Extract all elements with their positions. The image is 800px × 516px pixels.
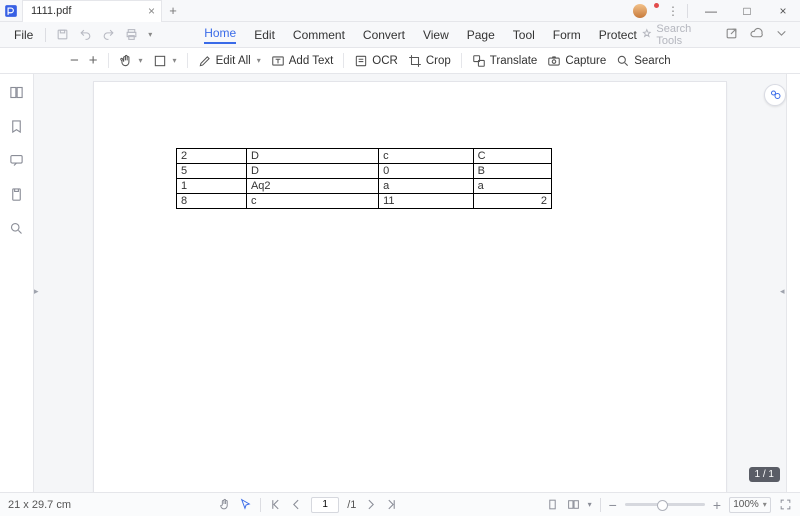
qat-chevron-down-icon[interactable]: ▾	[148, 30, 152, 39]
new-tab-button[interactable]: +	[162, 3, 184, 18]
edit-all-label: Edit All	[216, 55, 251, 67]
menu-home[interactable]: Home	[204, 26, 236, 44]
menu-page[interactable]: Page	[467, 28, 495, 42]
undo-icon[interactable]	[79, 28, 92, 41]
zoom-out-button[interactable]: −	[70, 52, 79, 69]
single-page-icon[interactable]	[546, 498, 559, 511]
thumbnails-icon[interactable]	[9, 84, 25, 100]
maximize-button[interactable]: □	[734, 2, 760, 20]
translate-label: Translate	[490, 55, 538, 67]
menu-protect[interactable]: Protect	[599, 28, 637, 42]
table-row: 8c112	[177, 194, 552, 209]
menu-chevron-icon[interactable]	[775, 27, 788, 43]
document-table: 2DcC 5D0B 1Aq2aa 8c112	[176, 148, 552, 209]
menu-convert[interactable]: Convert	[363, 28, 405, 42]
capture-label: Capture	[565, 55, 606, 67]
save-icon[interactable]	[56, 28, 69, 41]
page-indicator-badge: 1 / 1	[749, 467, 780, 482]
file-menu[interactable]: File	[6, 28, 41, 42]
select-tool[interactable]: ▾	[153, 54, 177, 68]
page-number-input[interactable]	[311, 497, 339, 513]
print-icon[interactable]	[125, 28, 138, 41]
left-sidebar	[0, 74, 34, 492]
translate-button[interactable]: Translate	[472, 54, 538, 68]
attachment-icon[interactable]	[9, 186, 25, 202]
menu-view[interactable]: View	[423, 28, 449, 42]
ribbon-toolbar: − + ▾ ▾ Edit All▾ Add Text OCR Crop Tran…	[0, 48, 800, 74]
zoom-out-status-button[interactable]: −	[609, 497, 617, 513]
capture-button[interactable]: Capture	[547, 54, 606, 68]
fullscreen-icon[interactable]	[779, 498, 792, 511]
page-view-chevron-icon[interactable]: ▾	[588, 500, 592, 509]
select-mode-icon[interactable]	[239, 498, 252, 511]
main-area: ▸ 2DcC 5D0B 1Aq2aa 8c112 ◂ 1 / 1	[0, 74, 800, 492]
zoom-slider[interactable]	[625, 503, 705, 506]
minimize-button[interactable]: —	[698, 2, 724, 20]
menu-edit[interactable]: Edit	[254, 28, 275, 42]
menu-comment[interactable]: Comment	[293, 28, 345, 42]
ai-assistant-button[interactable]	[764, 84, 786, 106]
expand-right-handle[interactable]: ◂	[780, 283, 786, 299]
redo-icon[interactable]	[102, 28, 115, 41]
status-bar: 21 x 29.7 cm /1 ▾ − + 100%▾	[0, 492, 800, 516]
page-size-label: 21 x 29.7 cm	[8, 499, 71, 511]
last-page-icon[interactable]	[385, 498, 398, 511]
crop-label: Crop	[426, 55, 451, 67]
first-page-icon[interactable]	[269, 498, 282, 511]
title-bar: 1111.pdf × + ⋮ — □ ×	[0, 0, 800, 22]
menu-tool[interactable]: Tool	[513, 28, 535, 42]
add-text-button[interactable]: Add Text	[271, 54, 334, 68]
bookmark-icon[interactable]	[9, 118, 25, 134]
vertical-scrollbar[interactable]	[786, 74, 800, 492]
menu-form[interactable]: Form	[553, 28, 581, 42]
document-page: 2DcC 5D0B 1Aq2aa 8c112	[94, 82, 726, 492]
search-button[interactable]: Search	[616, 54, 670, 68]
find-panel-icon[interactable]	[9, 220, 25, 236]
search-label: Search	[634, 55, 670, 67]
user-avatar-icon[interactable]	[633, 4, 647, 18]
app-logo-icon	[0, 0, 22, 22]
ocr-button[interactable]: OCR	[354, 54, 398, 68]
hand-tool[interactable]: ▾	[119, 54, 143, 68]
search-tools-placeholder: Search Tools	[656, 23, 713, 47]
zoom-in-status-button[interactable]: +	[713, 497, 721, 513]
two-page-icon[interactable]	[567, 498, 580, 511]
document-tab[interactable]: 1111.pdf ×	[22, 0, 162, 22]
next-page-icon[interactable]	[364, 498, 377, 511]
document-viewport[interactable]: 2DcC 5D0B 1Aq2aa 8c112	[34, 74, 786, 492]
menu-bar: File ▾ Home Edit Comment Convert View Pa…	[0, 22, 800, 48]
prev-page-icon[interactable]	[290, 498, 303, 511]
hand-mode-icon[interactable]	[218, 498, 231, 511]
table-row: 2DcC	[177, 149, 552, 164]
share-icon[interactable]	[725, 27, 738, 43]
search-tools-input[interactable]: Search Tools	[641, 23, 713, 47]
table-row: 5D0B	[177, 164, 552, 179]
ocr-label: OCR	[372, 55, 398, 67]
page-total-label: /1	[347, 499, 356, 511]
close-icon[interactable]: ×	[148, 4, 155, 18]
close-window-button[interactable]: ×	[770, 2, 796, 20]
cloud-icon[interactable]	[750, 27, 763, 43]
add-text-label: Add Text	[289, 55, 334, 67]
crop-button[interactable]: Crop	[408, 54, 451, 68]
edit-all-button[interactable]: Edit All▾	[198, 54, 261, 68]
more-icon[interactable]: ⋮	[667, 4, 677, 18]
zoom-level-select[interactable]: 100%▾	[729, 497, 771, 513]
zoom-in-button[interactable]: +	[89, 52, 98, 69]
expand-left-handle[interactable]: ▸	[34, 283, 40, 299]
table-row: 1Aq2aa	[177, 179, 552, 194]
comment-panel-icon[interactable]	[9, 152, 25, 168]
tab-title: 1111.pdf	[31, 5, 71, 17]
